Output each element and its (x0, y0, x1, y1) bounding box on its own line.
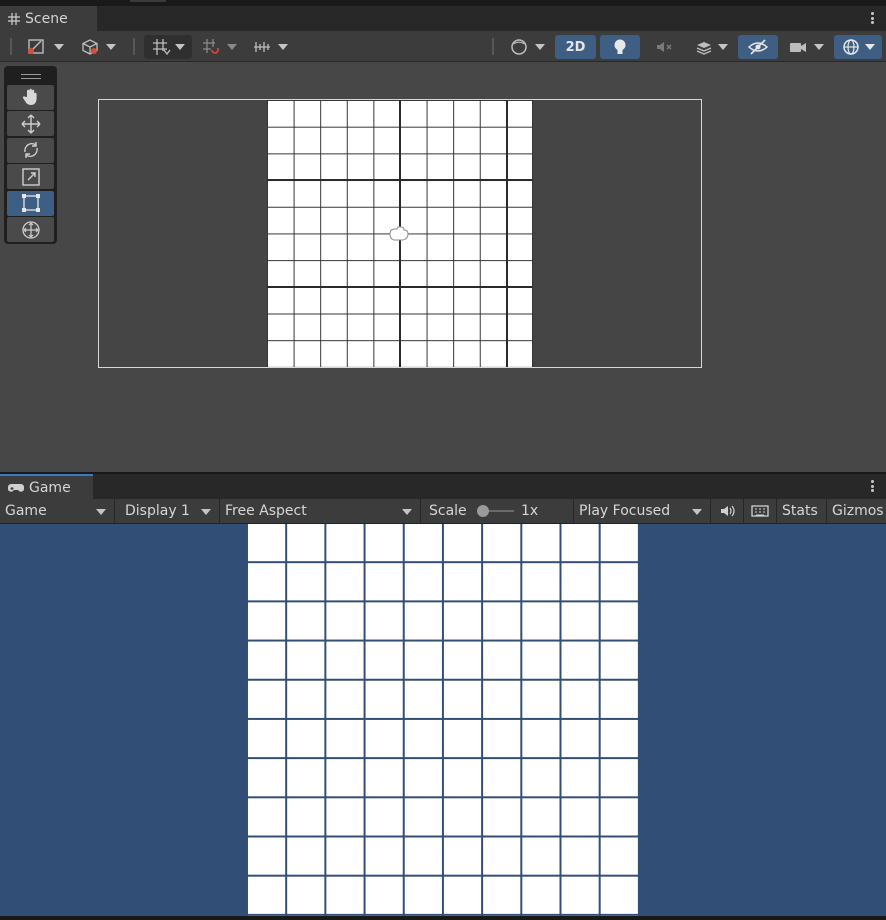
render-mode-dropdown[interactable] (504, 35, 550, 59)
chevron-down-icon (201, 509, 211, 515)
mute-speaker-icon (657, 42, 672, 52)
move-arrows-icon (21, 114, 40, 133)
pan-hand-cursor-icon (389, 226, 409, 241)
cube-icon (82, 39, 98, 55)
hand-tool-button[interactable] (7, 84, 54, 110)
game-tile-grid[interactable] (246, 524, 638, 916)
increment-snap-dropdown[interactable] (246, 35, 294, 59)
audio-toggle[interactable] (645, 35, 683, 59)
camera-icon (790, 43, 806, 52)
scene-toolbar: 2D (0, 31, 886, 62)
transform-icon (21, 220, 40, 239)
palette-grip[interactable] (7, 69, 54, 83)
magnet-grid-icon (203, 39, 219, 54)
tab-game[interactable]: Game (0, 474, 93, 499)
display-select[interactable]: Display 1 (115, 499, 220, 523)
chevron-down-icon (402, 509, 412, 515)
scene-more-menu-icon[interactable] (868, 10, 876, 26)
view-select[interactable]: Game (0, 499, 115, 523)
scene-tab-label: Scene (25, 10, 68, 27)
effects-dropdown[interactable] (688, 35, 734, 59)
grid-snap-icon (153, 39, 171, 56)
draw-mode-icon (28, 39, 44, 54)
ruler-icon (254, 42, 270, 52)
rect-transform-icon (21, 194, 40, 212)
render-sphere-icon (511, 39, 527, 55)
aspect-select[interactable]: Free Aspect (220, 499, 421, 523)
rotate-icon (23, 142, 38, 158)
keyboard-icon (751, 505, 769, 517)
chevron-down-icon (96, 509, 106, 515)
transform-tool-button[interactable] (7, 217, 54, 242)
scale-label: Scale (429, 503, 467, 519)
eye-slash-icon (747, 39, 769, 55)
grid-snap-dropdown[interactable] (144, 35, 192, 59)
mute-audio-toggle[interactable] (711, 499, 744, 523)
scale-value: 1x (521, 503, 539, 519)
2d-mode-toggle[interactable]: 2D (555, 35, 596, 59)
display-select-label: Display 1 (125, 503, 190, 519)
bottom-strip (0, 916, 886, 920)
scene-tabbar: Scene (0, 6, 886, 31)
move-tool-button[interactable] (7, 111, 54, 136)
scene-visibility-toggle[interactable] (738, 35, 778, 59)
shortcuts-toggle[interactable] (744, 499, 777, 523)
grid-hash-icon (8, 12, 20, 25)
lightbulb-icon (614, 39, 626, 54)
draw-mode-dropdown[interactable] (20, 35, 70, 59)
speaker-icon (721, 505, 735, 517)
hand-icon (22, 88, 37, 105)
scale-tool-button[interactable] (7, 164, 54, 189)
game-tab-label: Game (29, 479, 71, 496)
scale-icon (21, 167, 40, 186)
gizmo-globe-icon (843, 39, 859, 55)
gizmos-button[interactable]: Gizmos (827, 499, 886, 523)
snap-increment-dropdown[interactable] (196, 35, 242, 59)
tool-palette (4, 66, 57, 244)
grid-divider (506, 100, 508, 367)
play-mode-label: Play Focused (579, 503, 671, 519)
chevron-down-icon (692, 509, 702, 515)
gamepad-icon (8, 483, 24, 492)
grid-divider (267, 286, 532, 288)
game-more-menu-icon[interactable] (868, 478, 876, 494)
aspect-select-label: Free Aspect (225, 503, 307, 519)
gizmos-dropdown[interactable] (834, 35, 882, 59)
game-viewport[interactable] (0, 524, 886, 916)
rotate-tool-button[interactable] (7, 137, 54, 163)
game-tabbar: Game (0, 474, 886, 499)
play-mode-select[interactable]: Play Focused (574, 499, 711, 523)
stats-button[interactable]: Stats (777, 499, 827, 523)
toolbar-separator (133, 38, 135, 55)
tab-scene[interactable]: Scene (0, 6, 97, 31)
view-select-label: Game (5, 503, 47, 519)
scale-slider-thumb[interactable] (477, 505, 489, 517)
rect-tool-button[interactable] (7, 190, 54, 216)
grid-divider (267, 179, 532, 181)
lighting-toggle[interactable] (600, 35, 640, 59)
game-toolbar: Game Display 1 Free Aspect Scale 1x Play… (0, 499, 886, 524)
layers-effects-icon (696, 42, 712, 55)
toolbar-grip (10, 38, 12, 55)
scene-camera-dropdown[interactable] (782, 35, 830, 59)
toolbar-separator-right (492, 38, 494, 55)
shading-mode-dropdown[interactable] (76, 35, 120, 59)
unity-editor: Scene 2D Game Game Display 1 Free Aspect… (0, 0, 886, 920)
